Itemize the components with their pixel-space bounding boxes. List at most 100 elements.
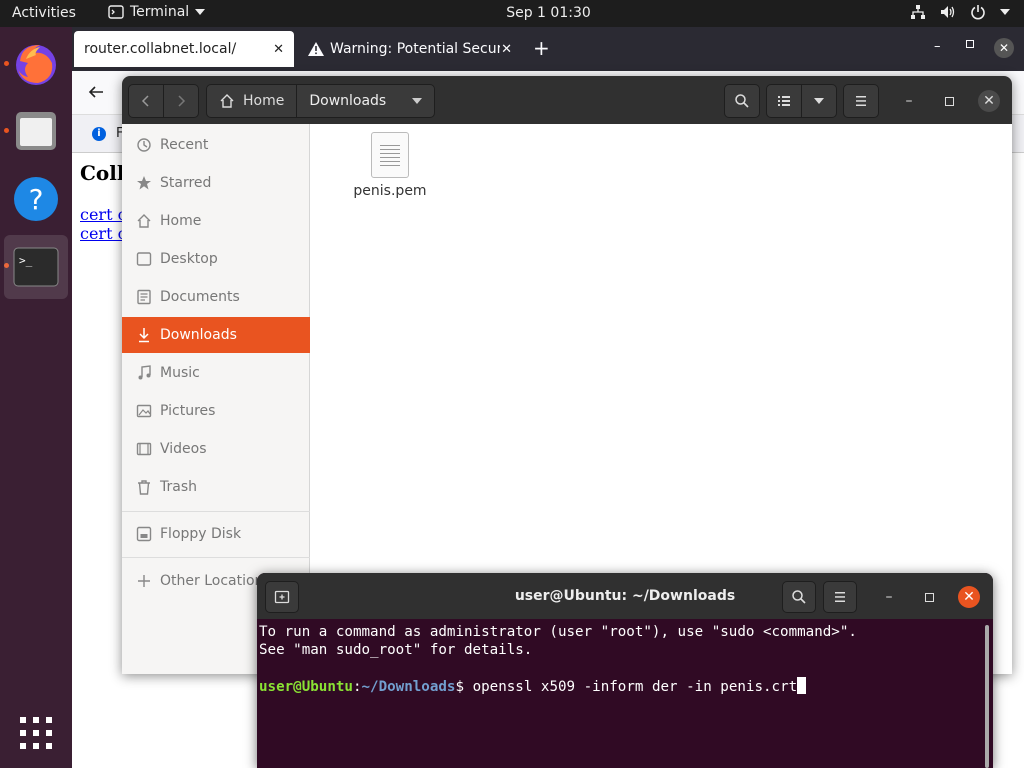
files-icon <box>16 112 56 150</box>
prompt-path: ~/Downloads <box>361 679 456 695</box>
minimize-button[interactable]: – <box>878 586 900 608</box>
sidebar-item-documents[interactable]: Documents <box>122 279 310 315</box>
minimize-button[interactable]: – <box>934 39 941 54</box>
system-tray[interactable] <box>910 4 1010 20</box>
terminal-output[interactable]: To run a command as administrator (user … <box>259 623 979 696</box>
documents-icon <box>137 289 151 305</box>
sidebar-item-floppy[interactable]: Floppy Disk <box>122 516 310 552</box>
sidebar-item-label: Videos <box>160 441 207 457</box>
maximize-button[interactable] <box>938 90 960 112</box>
prompt-colon: : <box>352 679 362 695</box>
info-icon: i <box>92 127 106 141</box>
cert-link[interactable]: cert c <box>80 224 127 243</box>
clock[interactable]: Sep 1 01:30 <box>0 5 1024 21</box>
tab-router[interactable]: router.collabnet.local/ ✕ <box>74 31 294 67</box>
dock-files[interactable] <box>4 98 68 162</box>
close-button[interactable]: ✕ <box>978 90 1000 112</box>
new-tab-button[interactable]: + <box>533 36 550 60</box>
svg-text:?: ? <box>29 183 44 216</box>
firefox-icon <box>16 45 56 85</box>
terminal-headerbar: user@Ubuntu: ~/Downloads – ✕ <box>257 573 993 619</box>
sidebar-item-label: Documents <box>160 289 240 305</box>
download-icon <box>139 328 149 343</box>
prompt-dollar: $ <box>455 679 473 695</box>
search-button[interactable] <box>724 84 760 118</box>
forward-button[interactable] <box>163 84 199 118</box>
scrollbar[interactable] <box>985 625 989 768</box>
plus-icon <box>138 575 150 587</box>
menu-button[interactable] <box>843 84 879 118</box>
close-icon[interactable]: ✕ <box>501 42 512 57</box>
cert-link[interactable]: cert c <box>80 205 127 224</box>
close-button[interactable]: ✕ <box>958 586 980 608</box>
sidebar-item-downloads[interactable]: Downloads <box>122 317 310 353</box>
sidebar-item-recent[interactable]: Recent <box>122 127 310 163</box>
sidebar-item-pictures[interactable]: Pictures <box>122 393 310 429</box>
sidebar-item-music[interactable]: Music <box>122 355 310 391</box>
star-icon <box>137 176 151 190</box>
dock: ? >_ <box>0 27 72 768</box>
chevron-right-icon <box>178 95 186 107</box>
sidebar-item-label: Starred <box>160 175 212 191</box>
dock-terminal[interactable]: >_ <box>4 235 68 299</box>
motd-line: See "man sudo_root" for details. <box>259 642 533 658</box>
page-content: Coll cert c cert c <box>80 161 127 243</box>
view-list-button[interactable] <box>766 84 802 118</box>
top-bar: Activities Terminal Sep 1 01:30 <box>0 0 1024 27</box>
path-bar: Home Downloads <box>206 84 436 118</box>
text-cursor <box>797 677 807 694</box>
hamburger-icon <box>856 96 866 106</box>
trash-icon <box>138 480 150 495</box>
back-button[interactable] <box>128 84 164 118</box>
tab-strip: router.collabnet.local/ ✕ Warning: Poten… <box>72 27 1024 71</box>
close-button[interactable]: ✕ <box>994 38 1014 58</box>
home-icon <box>220 94 234 108</box>
sidebar-item-videos[interactable]: Videos <box>122 431 310 467</box>
motd-line: To run a command as administrator (user … <box>259 624 857 640</box>
view-options-button[interactable] <box>801 84 837 118</box>
network-icon <box>911 5 925 19</box>
sidebar-item-label: Downloads <box>160 327 237 343</box>
sidebar-item-label: Trash <box>160 479 197 495</box>
tab-warning[interactable]: Warning: Potential Securi ✕ <box>298 31 522 67</box>
hamburger-icon <box>835 592 845 602</box>
file-item[interactable]: penis.pem <box>340 132 440 199</box>
terminal-icon: >_ <box>13 247 59 287</box>
terminal-window: user@Ubuntu: ~/Downloads – ✕ To run a co… <box>257 573 993 768</box>
videos-icon <box>136 442 152 456</box>
maximize-button[interactable] <box>918 586 940 608</box>
search-icon <box>735 94 749 108</box>
search-icon <box>792 590 806 604</box>
back-arrow-icon[interactable] <box>88 84 104 100</box>
pictures-icon <box>136 404 152 418</box>
volume-icon <box>941 6 955 18</box>
command-input[interactable]: openssl x509 -inform der -in penis.crt <box>473 679 798 695</box>
sidebar-item-label: Floppy Disk <box>160 526 242 542</box>
close-icon[interactable]: ✕ <box>273 42 284 57</box>
search-button[interactable] <box>782 581 816 613</box>
chevron-down-icon <box>1000 9 1010 15</box>
path-home[interactable]: Home <box>207 85 296 117</box>
dock-firefox[interactable] <box>4 31 68 95</box>
minimize-button[interactable]: – <box>898 90 920 112</box>
list-view-icon <box>778 96 790 106</box>
files-headerbar: Home Downloads – ✕ <box>122 76 1012 124</box>
sidebar-item-label: Recent <box>160 137 209 153</box>
maximize-button[interactable] <box>966 40 974 48</box>
show-apps-icon[interactable] <box>20 717 52 749</box>
dock-help[interactable]: ? <box>4 167 68 231</box>
floppy-icon <box>136 526 152 542</box>
sidebar-item-label: Desktop <box>160 251 218 267</box>
file-name: penis.pem <box>353 183 427 199</box>
sidebar-item-desktop[interactable]: Desktop <box>122 241 310 277</box>
music-icon <box>138 365 151 380</box>
sidebar-item-label: Pictures <box>160 403 216 419</box>
sidebar-item-trash[interactable]: Trash <box>122 469 310 505</box>
sidebar-item-home[interactable]: Home <box>122 203 310 239</box>
warning-icon <box>308 42 324 56</box>
sidebar-item-starred[interactable]: Starred <box>122 165 310 201</box>
svg-text:>_: >_ <box>19 254 33 267</box>
path-home-label: Home <box>243 93 285 109</box>
path-downloads[interactable]: Downloads <box>296 85 434 117</box>
menu-button[interactable] <box>823 581 857 613</box>
